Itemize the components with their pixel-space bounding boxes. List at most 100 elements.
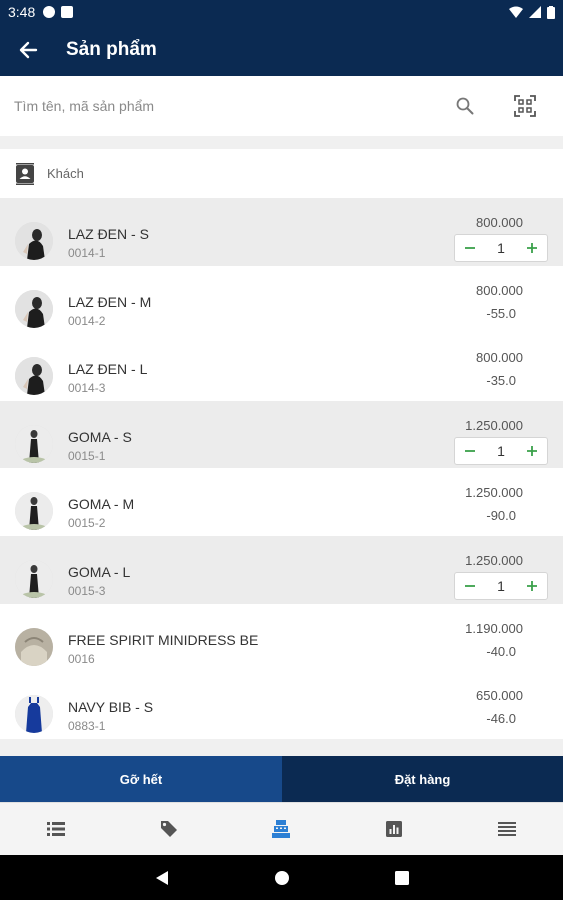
clear-all-button[interactable]: Gỡ hết — [0, 756, 282, 802]
signal-icon — [529, 6, 541, 18]
wifi-icon — [509, 6, 523, 18]
increase-quantity-button[interactable] — [517, 438, 547, 464]
product-price: 800.000 — [476, 282, 523, 298]
minus-icon — [465, 585, 475, 587]
product-row[interactable]: FREE SPIRIT MINIDRESS BE 0016 1.190.000 -40… — [0, 603, 563, 672]
product-price: 800.000 — [476, 350, 523, 366]
plus-icon — [526, 580, 537, 591]
back-button[interactable] — [0, 24, 56, 76]
product-code: 0014-2 — [68, 313, 106, 328]
notification-card-icon — [61, 6, 74, 18]
system-home-button[interactable] — [222, 870, 342, 886]
scan-barcode-button[interactable] — [509, 90, 541, 122]
plus-icon — [526, 243, 537, 253]
system-back-button[interactable] — [102, 870, 222, 886]
product-row[interactable]: GOMA - L 0015-3 1.250.000 1 — [0, 535, 563, 604]
triangle-back-icon — [155, 870, 168, 885]
product-thumbnail — [15, 357, 53, 396]
scan-barcode-icon — [514, 95, 536, 117]
search-icon — [456, 97, 474, 115]
product-thumbnail — [15, 695, 53, 734]
minus-icon — [465, 449, 475, 452]
tab-reports[interactable] — [338, 803, 451, 855]
product-price: 1.250.000 — [465, 485, 523, 501]
product-list: LAZ ĐEN - S 0014-1 800.000 1 LAZ ĐEN - M 0014… — [0, 198, 563, 739]
decrease-quantity-button[interactable] — [455, 573, 485, 599]
product-thumbnail — [15, 559, 53, 598]
list-icon — [47, 822, 66, 836]
decrease-quantity-button[interactable] — [455, 235, 485, 261]
search-bar — [0, 76, 563, 136]
product-row[interactable]: GOMA - S 0015-1 1.250.000 1 — [0, 400, 563, 469]
battery-icon — [547, 5, 555, 19]
product-thumbnail — [15, 424, 53, 463]
customer-label: Khách — [47, 166, 84, 181]
report-chart-icon — [386, 821, 403, 837]
product-thumbnail — [15, 289, 53, 328]
status-time: 3:48 — [8, 4, 36, 20]
product-name: GOMA - S — [68, 428, 132, 445]
product-stock: -55.0 — [486, 305, 516, 321]
action-bar: Gỡ hết Đặt hàng — [0, 756, 563, 802]
product-stock: -46.0 — [486, 711, 516, 727]
quantity-value[interactable]: 1 — [497, 443, 505, 459]
notification-p-icon — [43, 6, 56, 18]
product-stock: -35.0 — [486, 373, 516, 389]
product-name: GOMA - M — [68, 496, 135, 513]
quantity-value[interactable]: 1 — [497, 578, 505, 594]
product-row[interactable]: GOMA - M 0015-2 1.250.000 -90.0 — [0, 468, 563, 536]
product-stock: -40.0 — [486, 643, 516, 659]
product-name: NAVY BIB - S — [68, 699, 154, 716]
product-price: 1.190.000 — [465, 620, 523, 636]
product-stock: -90.0 — [486, 508, 516, 524]
contact-card-icon — [15, 162, 35, 185]
product-row[interactable]: LAZ ĐEN - L 0014-3 800.000 -35.0 — [0, 333, 563, 401]
product-row[interactable]: LAZ ĐEN - M 0014-2 800.000 -55.0 — [0, 265, 563, 334]
product-row[interactable]: LAZ ĐEN - S 0014-1 800.000 1 — [0, 198, 563, 266]
customer-selector[interactable]: Khách — [0, 149, 563, 198]
product-code: 0015-3 — [68, 583, 106, 598]
app-bar: Sản phẩm — [0, 24, 563, 76]
cash-register-icon — [272, 820, 291, 838]
quantity-stepper: 1 — [454, 234, 548, 262]
system-navigation — [0, 855, 563, 900]
quantity-value[interactable]: 1 — [497, 240, 505, 256]
product-thumbnail — [15, 222, 53, 260]
status-bar: 3:48 — [0, 0, 563, 24]
menu-icon — [497, 822, 516, 836]
product-price: 650.000 — [476, 688, 523, 704]
tab-sale[interactable] — [225, 803, 338, 855]
product-code: 0014-3 — [68, 381, 106, 396]
product-thumbnail — [15, 492, 53, 531]
minus-icon — [465, 247, 475, 249]
product-code: 0015-1 — [68, 448, 106, 463]
increase-quantity-button[interactable] — [517, 235, 547, 261]
product-code: 0014-1 — [68, 246, 106, 260]
bottom-navigation — [0, 802, 563, 855]
product-name: FREE SPIRIT MINIDRESS BE — [68, 631, 259, 648]
square-recents-icon — [394, 870, 409, 885]
quantity-stepper: 1 — [454, 436, 548, 465]
product-name: GOMA - L — [68, 563, 131, 580]
product-name: LAZ ĐEN - L — [68, 361, 148, 378]
search-button[interactable] — [449, 90, 481, 122]
tab-products[interactable] — [113, 803, 226, 855]
product-name: LAZ ĐEN - M — [68, 293, 152, 310]
system-recents-button[interactable] — [342, 870, 462, 885]
product-code: 0015-2 — [68, 516, 106, 531]
product-name: LAZ ĐEN - S — [68, 226, 149, 242]
quantity-stepper: 1 — [454, 571, 548, 600]
tab-list[interactable] — [0, 803, 113, 855]
product-price: 1.250.000 — [465, 417, 523, 433]
tab-menu[interactable] — [450, 803, 563, 855]
decrease-quantity-button[interactable] — [455, 438, 485, 464]
product-code: 0883-1 — [68, 719, 106, 734]
product-code: 0016 — [68, 651, 95, 666]
circle-home-icon — [274, 870, 289, 885]
arrow-left-icon — [19, 41, 38, 59]
increase-quantity-button[interactable] — [517, 573, 547, 599]
search-input[interactable] — [14, 98, 414, 114]
place-order-button[interactable]: Đặt hàng — [282, 756, 563, 802]
product-thumbnail — [15, 627, 53, 666]
product-row[interactable]: NAVY BIB - S 0883-1 650.000 -46.0 — [0, 671, 563, 739]
